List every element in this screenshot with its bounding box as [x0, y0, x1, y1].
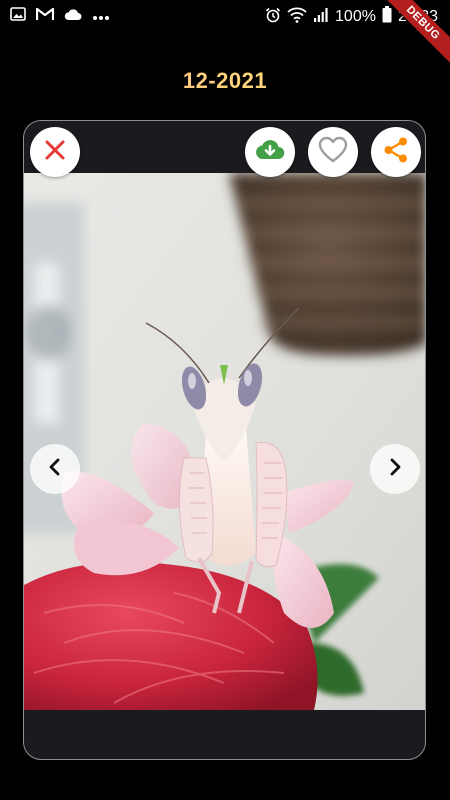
mantis-photo-illustration — [24, 173, 425, 710]
favorite-button[interactable] — [308, 127, 358, 177]
status-left-icons — [10, 6, 110, 27]
previous-photo-button[interactable] — [30, 444, 80, 494]
photo-card — [23, 120, 426, 760]
download-button[interactable] — [245, 127, 295, 177]
page-title: 12-2021 — [0, 68, 450, 94]
status-bar: 100% 23:33 — [0, 0, 450, 30]
close-button[interactable] — [30, 127, 80, 177]
chevron-left-icon — [47, 458, 63, 481]
battery-icon — [382, 6, 392, 28]
battery-percent: 100% — [335, 8, 376, 25]
gmail-icon — [35, 7, 55, 26]
share-button[interactable] — [371, 127, 421, 177]
more-dots-icon — [92, 8, 110, 26]
cloud-download-icon — [255, 138, 285, 167]
chevron-right-icon — [387, 458, 403, 481]
wifi-icon — [287, 7, 307, 28]
alarm-icon — [265, 7, 281, 28]
next-photo-button[interactable] — [370, 444, 420, 494]
close-icon — [43, 138, 67, 167]
cloud-icon — [64, 8, 82, 26]
photo-viewer-screen: 100% 23:33 DEBUG 12-2021 — [0, 0, 450, 800]
photo-image[interactable] — [24, 173, 425, 710]
heart-icon — [318, 136, 348, 169]
image-icon — [10, 6, 26, 27]
signal-icon — [313, 7, 329, 28]
share-icon — [382, 136, 410, 169]
